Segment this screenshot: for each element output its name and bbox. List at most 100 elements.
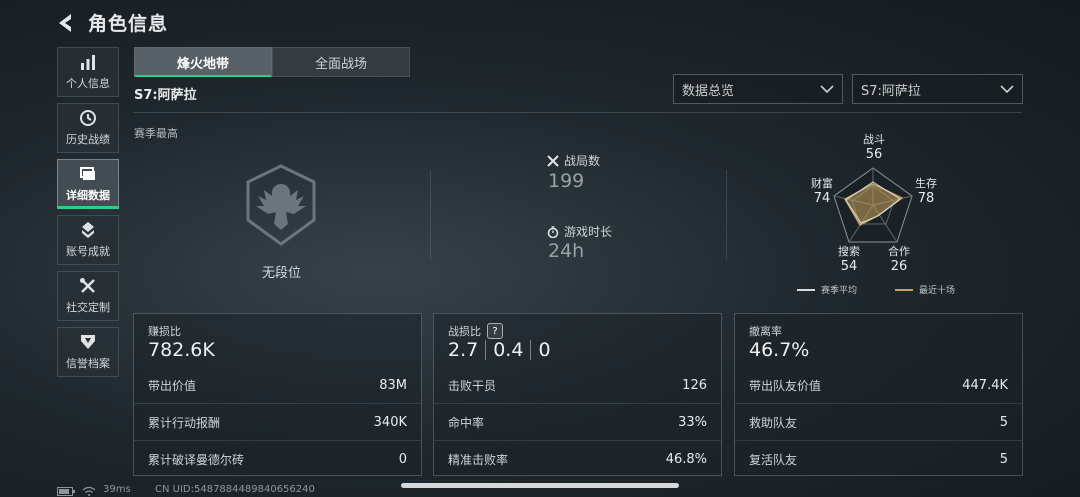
sidebar-item-social[interactable]: 社交定制: [57, 271, 119, 321]
stat-row: 累计破译曼德尔砖 0: [148, 443, 407, 475]
chevron-down-icon: [1000, 85, 1014, 94]
stat-label: 击败干员: [448, 378, 497, 393]
divider: [735, 440, 1022, 441]
stat-label: 累计行动报酬: [148, 415, 221, 430]
playtime-label: 游戏时长: [564, 225, 613, 239]
wifi-icon: [82, 486, 96, 496]
radar-axis-value: 26: [890, 259, 908, 274]
combat-card: 战损比 ? 2.7 0.4 0 击败干员 126 命中率 33% 精准击败率 4…: [433, 313, 722, 476]
stat-label: 带出队友价值: [749, 378, 822, 393]
stat-label: 累计破译曼德尔砖: [148, 452, 245, 467]
radar-legend-recent: 最近十场: [895, 283, 955, 296]
tab-full-battlefield[interactable]: 全面战场: [272, 47, 410, 77]
stat-label: 精准击败率: [448, 452, 509, 467]
rank-emblem-icon: [246, 164, 316, 246]
stat-row: 击败干员 126: [448, 369, 707, 401]
sidebar-item-reputation[interactable]: 信誉档案: [57, 327, 119, 377]
radar-axis-label: 搜索: [838, 245, 860, 258]
ratio-value: 2.7: [448, 339, 479, 361]
ping-text: 39ms: [103, 484, 131, 495]
radar-axis-value: 74: [813, 191, 831, 206]
sidebar-item-label: 信誉档案: [66, 357, 110, 370]
ratio-value: 0.4: [493, 339, 524, 361]
bar-chart-icon: [81, 55, 95, 70]
card-title: 撤离率: [749, 325, 782, 338]
ratio-divider: [485, 340, 487, 360]
folder-icon: [80, 167, 95, 180]
radar-chart: [833, 167, 913, 243]
season-best-label: 赛季最高: [134, 127, 178, 140]
stat-row: 带出价值 83M: [148, 369, 407, 401]
back-arrow-icon[interactable]: [56, 12, 78, 34]
radar-axis-label: 合作: [888, 245, 910, 258]
season-dropdown[interactable]: S7:阿萨拉: [852, 74, 1023, 104]
stat-value: 340K: [373, 414, 407, 430]
sidebar-item-history[interactable]: 历史战绩: [57, 103, 119, 153]
ratio-divider: [530, 340, 532, 360]
season-label: S7:阿萨拉: [134, 88, 197, 103]
sidebar-item-label: 账号成就: [66, 245, 110, 258]
sidebar-item-achievements[interactable]: 账号成就: [57, 215, 119, 265]
kd-ratios: 2.7 0.4 0: [448, 339, 551, 361]
card-title: 战损比: [448, 325, 481, 338]
stat-label: 命中率: [448, 415, 485, 430]
divider: [434, 403, 721, 404]
sidebar-item-label: 详细数据: [66, 189, 110, 202]
dropdown-value: 数据总览: [682, 83, 735, 99]
playtime-stat: 游戏时长: [547, 223, 612, 240]
stat-value: 5: [999, 451, 1008, 467]
radar-axis-value: 54: [840, 259, 858, 274]
crossed-swords-icon: [547, 154, 559, 167]
rank-text: 无段位: [262, 266, 302, 281]
card-value: 782.6K: [148, 339, 215, 361]
tools-icon: [80, 278, 95, 293]
card-title: 赚损比: [148, 325, 181, 338]
extract-card: 撤离率 46.7% 带出队友价值 447.4K 救助队友 5 复活队友 5: [734, 313, 1023, 476]
profit-card: 赚损比 782.6K 带出价值 83M 累计行动报酬 340K 累计破译曼德尔砖…: [133, 313, 422, 476]
legend-label: 最近十场: [919, 286, 956, 296]
radar-axis-value: 78: [917, 191, 935, 206]
dropdown-value: S7:阿萨拉: [861, 83, 921, 99]
sidebar-item-personal-info[interactable]: 个人信息: [57, 47, 119, 97]
radar-legend-season: 赛季平均: [797, 283, 857, 296]
divider: [430, 170, 431, 260]
stat-value: 0: [398, 451, 407, 467]
divider: [134, 440, 421, 441]
legend-swatch: [797, 288, 815, 291]
stat-row: 命中率 33%: [448, 406, 707, 438]
matches-value: 199: [548, 170, 585, 192]
uid-text: CN UID:5487884489840656240: [155, 484, 315, 495]
stat-row: 带出队友价值 447.4K: [749, 369, 1008, 401]
sidebar-item-detailed-data[interactable]: 详细数据: [57, 159, 119, 209]
stat-row: 复活队友 5: [749, 443, 1008, 475]
data-view-dropdown[interactable]: 数据总览: [673, 74, 843, 104]
radar-axis-label: 战斗: [863, 133, 885, 146]
badge-icon: [81, 335, 95, 349]
matches-stat: 战局数: [547, 152, 600, 169]
sidebar-item-label: 个人信息: [66, 77, 110, 90]
stat-label: 带出价值: [148, 378, 197, 393]
stat-value: 126: [682, 377, 707, 393]
stat-value: 83M: [379, 377, 407, 393]
legend-label: 赛季平均: [821, 286, 858, 296]
stat-row: 累计行动报酬 340K: [148, 406, 407, 438]
sidebar-item-label: 社交定制: [66, 301, 110, 314]
help-icon[interactable]: ?: [487, 323, 503, 339]
radar-axis-label: 生存: [915, 177, 937, 190]
radar-axis-value: 56: [865, 147, 883, 162]
page-title: 角色信息: [88, 13, 169, 35]
stat-value: 46.8%: [665, 451, 707, 467]
stat-row: 救助队友 5: [749, 406, 1008, 438]
radar-axis-label: 财富: [811, 177, 833, 190]
stat-value: 5: [999, 414, 1008, 430]
stat-label: 复活队友: [749, 452, 798, 467]
home-indicator[interactable]: [401, 483, 679, 488]
divider: [735, 403, 1022, 404]
divider: [133, 112, 1022, 113]
stopwatch-icon: [547, 225, 559, 238]
chevron-down-icon: [820, 85, 834, 94]
stat-label: 救助队友: [749, 415, 798, 430]
stat-value: 33%: [678, 414, 707, 430]
divider: [134, 403, 421, 404]
tab-hazard-zone[interactable]: 烽火地带: [134, 47, 272, 77]
